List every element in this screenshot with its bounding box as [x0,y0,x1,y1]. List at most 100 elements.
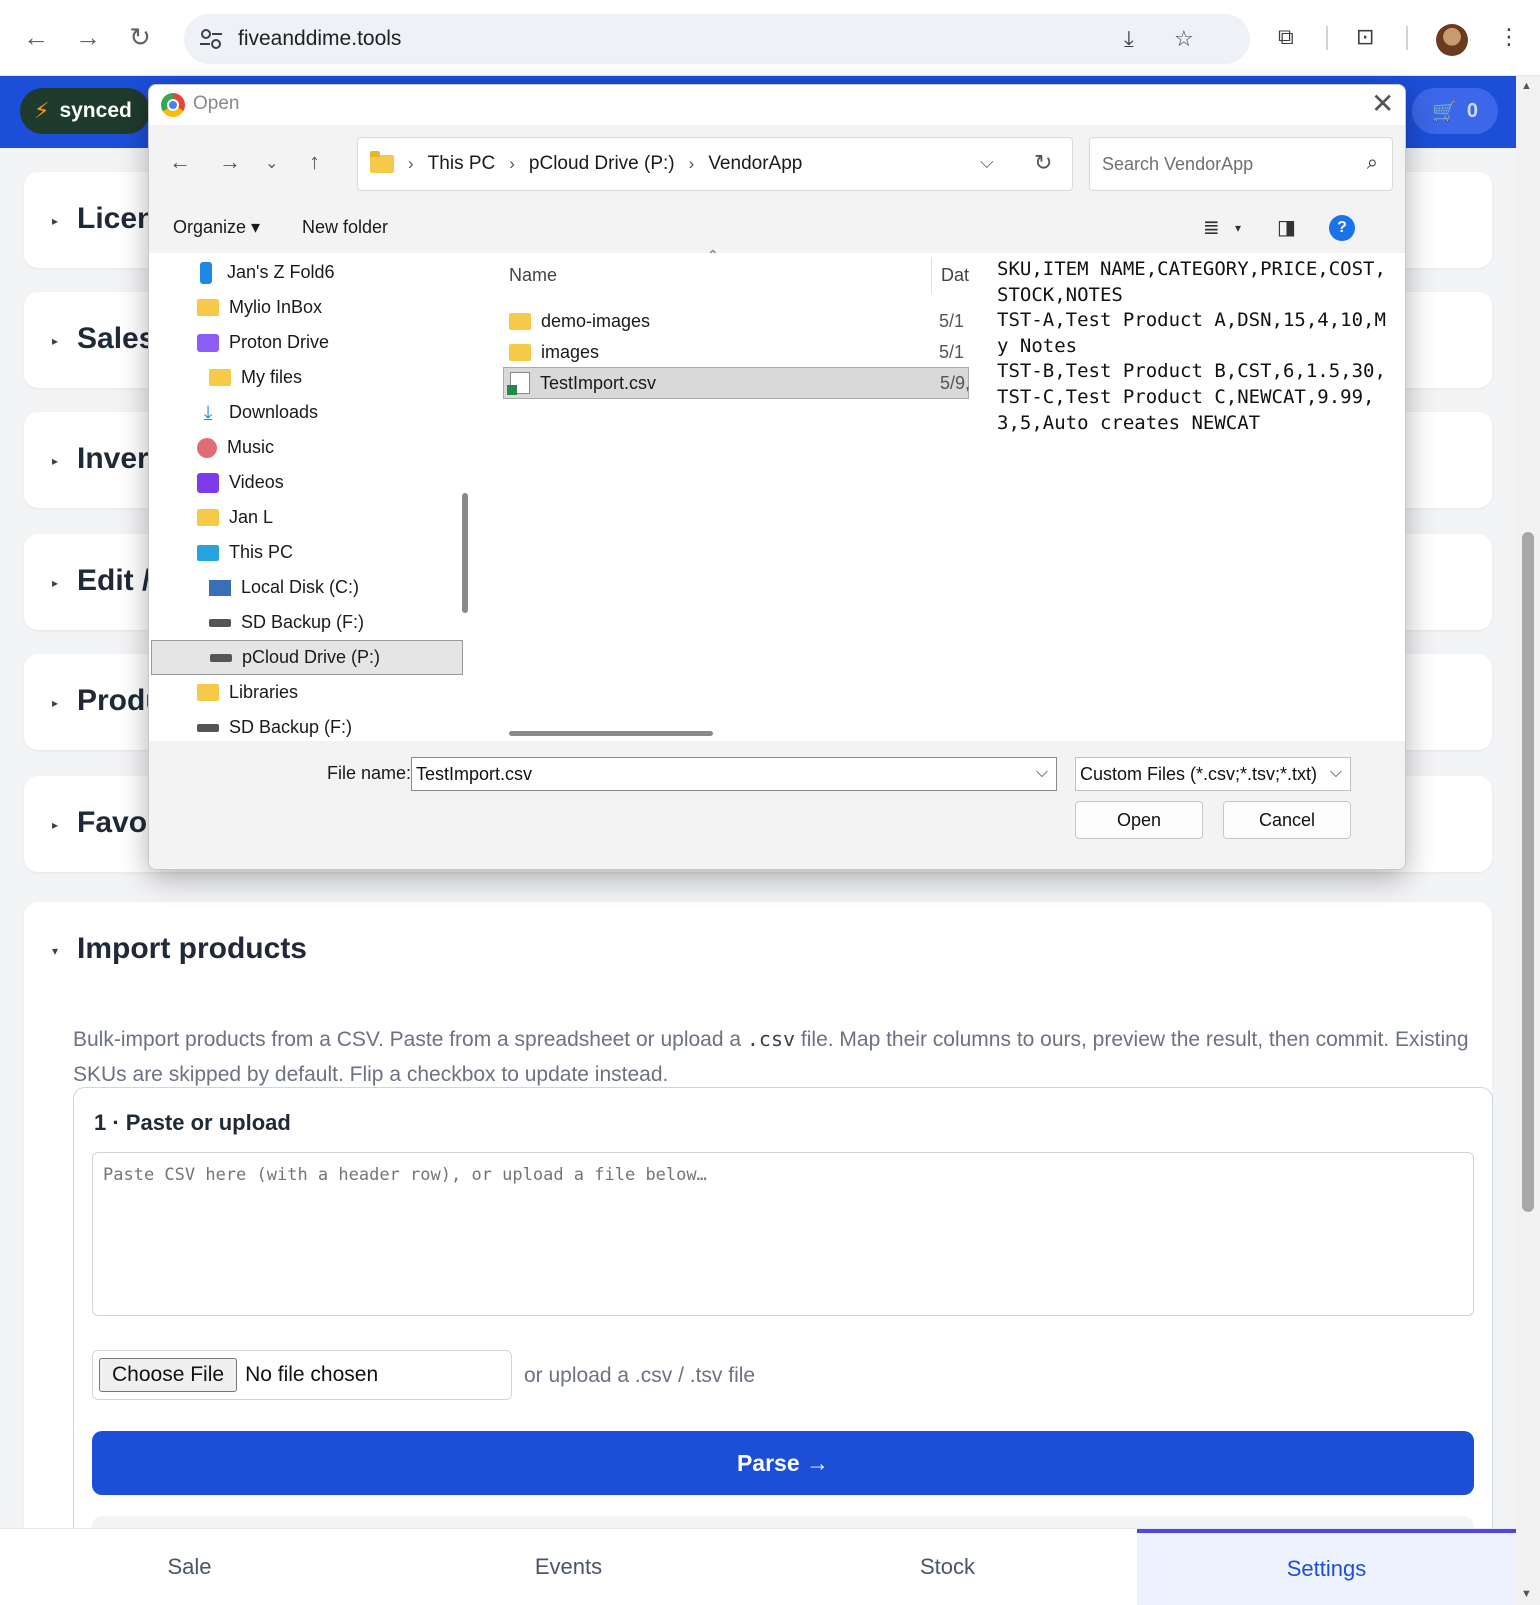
file-type-select[interactable]: Custom Files (*.csv;*.tsv;*.txt) ⌵ [1075,757,1351,791]
help-icon[interactable]: ? [1329,215,1355,241]
nav-item[interactable]: Music [151,430,463,465]
scroll-up-icon[interactable]: ▲ [1521,80,1532,92]
scrollbar-thumb[interactable] [1522,532,1534,1212]
forward-icon[interactable]: → [70,22,106,53]
parse-button[interactable]: Parse → [92,1431,1474,1495]
search-input[interactable]: Search VendorApp ⌕ [1089,137,1393,191]
nav-item[interactable]: Videos [151,465,463,500]
file-name-label: File name: [327,763,412,783]
preview-pane-icon[interactable]: ◨ [1277,215,1296,240]
folder-icon [197,299,219,316]
view-list-icon[interactable]: ≣ [1203,215,1220,240]
sync-status-badge[interactable]: ⚡ synced [20,88,150,134]
address-bar[interactable]: fiveanddime.tools ⤓ ☆ [184,14,1250,64]
cart-icon: 🛒 [1431,100,1457,123]
back-icon[interactable]: ← [18,22,54,53]
bookmark-star-icon[interactable]: ☆ [1174,26,1194,52]
nav-item[interactable]: Local Disk (C:) [151,570,463,605]
chevron-down-icon[interactable]: ⌵ [980,152,994,173]
nav-item[interactable]: This PC [151,535,463,570]
scroll-down-icon[interactable]: ▼ [1521,1588,1532,1600]
page-scrollbar[interactable]: ▲ ▼ [1516,76,1540,1605]
phone-icon [200,261,212,284]
bottom-nav: Sale Events Stock Settings [0,1528,1516,1605]
cart-button[interactable]: 🛒 0 [1412,88,1498,134]
more-menu-icon[interactable]: ⋮ [1498,24,1520,50]
column-divider[interactable] [931,257,932,293]
column-name[interactable]: Name [509,265,557,286]
recent-locations-icon[interactable]: ⌄ [265,153,278,173]
csv-textarea[interactable] [92,1152,1474,1316]
nav-item[interactable]: SD Backup (F:) [151,710,463,741]
section-title: Inver [77,442,149,475]
search-icon: ⌕ [1366,152,1378,174]
nav-item[interactable]: Libraries [151,675,463,710]
cast-search-icon[interactable]: ⊡ [1356,24,1374,50]
new-folder-button[interactable]: New folder [302,217,388,238]
step-paste-or-upload: 1 · Paste or upload Choose File No file … [73,1087,1493,1528]
proton-drive-icon [197,333,219,352]
command-bar: Organize ▾ New folder ≣ ▾ ◨ ? [149,205,1405,253]
cart-count: 0 [1466,99,1479,122]
caret-right-icon: ▸ [52,818,59,832]
video-icon [197,472,219,493]
upload-hint: or upload a .csv / .tsv file [524,1364,756,1387]
breadcrumb-pcloud[interactable]: pCloud Drive (P:) [529,153,675,175]
csv-file-icon [507,372,530,395]
file-list: ⌃ Name Dat demo-images 5/1 images 5/1 Te… [479,247,970,741]
reload-icon[interactable]: ↻ [122,22,158,53]
search-placeholder: Search VendorApp [1102,153,1254,174]
file-row-selected[interactable]: TestImport.csv 5/9, [503,367,970,399]
drive-icon [209,618,231,627]
install-app-icon[interactable]: ⤓ [1124,26,1134,52]
back-icon[interactable]: ← [169,149,191,175]
breadcrumb-vendorapp[interactable]: VendorApp [708,153,802,175]
nav-item[interactable]: My files [151,360,463,395]
step-title: 1 · Paste or upload [94,1110,291,1135]
nav-item[interactable]: Mylio InBox [151,290,463,325]
chevron-down-icon[interactable]: ⌵ [1036,764,1048,782]
nav-item-selected[interactable]: pCloud Drive (P:) [151,640,463,675]
profile-avatar[interactable] [1436,24,1468,56]
tab-settings[interactable]: Settings [1137,1529,1516,1605]
toolbar-divider [1406,26,1408,50]
refresh-icon[interactable]: ↻ [1034,150,1052,176]
choose-file-button[interactable]: Choose File [99,1358,238,1392]
file-input[interactable]: Choose File No file chosen [92,1350,512,1400]
caret-right-icon: ▸ [52,214,59,228]
chevron-down-icon[interactable]: ▾ [1235,221,1241,235]
up-icon[interactable]: ↑ [309,149,320,175]
nav-item[interactable]: ⤓ Downloads [151,395,463,430]
folder-icon [509,343,531,361]
site-settings-icon[interactable] [198,26,224,52]
computer-icon [197,544,219,561]
organize-menu[interactable]: Organize ▾ [173,217,260,238]
close-icon[interactable]: ✕ [1371,87,1394,120]
open-button[interactable]: Open [1075,801,1203,839]
nav-item[interactable]: Jan L [151,500,463,535]
tab-stock[interactable]: Stock [758,1529,1137,1605]
nav-item[interactable]: Jan's Z Fold6 [151,255,463,290]
section-title[interactable]: Import products [77,932,307,966]
breadcrumb-this-pc[interactable]: This PC [428,153,496,175]
horizontal-scrollbar[interactable] [509,731,713,736]
file-row[interactable]: demo-images 5/1 [503,305,969,337]
section-title: Licen [77,202,156,235]
caret-down-icon[interactable]: ▾ [52,944,58,958]
breadcrumb[interactable]: › This PC › pCloud Drive (P:) › VendorAp… [357,137,1073,191]
forward-icon[interactable]: → [219,149,241,175]
cancel-button[interactable]: Cancel [1223,801,1351,839]
nav-item[interactable]: Proton Drive [151,325,463,360]
tab-sale[interactable]: Sale [0,1529,379,1605]
folder-icon [209,369,231,386]
nav-scrollbar[interactable] [462,493,468,613]
extensions-icon[interactable]: ⧉ [1278,24,1294,50]
navigation-pane: Jan's Z Fold6 Mylio InBox Proton Drive M… [149,253,469,741]
drive-icon [197,723,219,732]
file-row[interactable]: images 5/1 [503,336,969,368]
file-name-input[interactable]: TestImport.csv ⌵ [411,757,1057,791]
column-date[interactable]: Dat [941,265,969,286]
dialog-titlebar: Open ✕ [149,85,1405,125]
nav-item[interactable]: SD Backup (F:) [151,605,463,640]
tab-events[interactable]: Events [379,1529,758,1605]
